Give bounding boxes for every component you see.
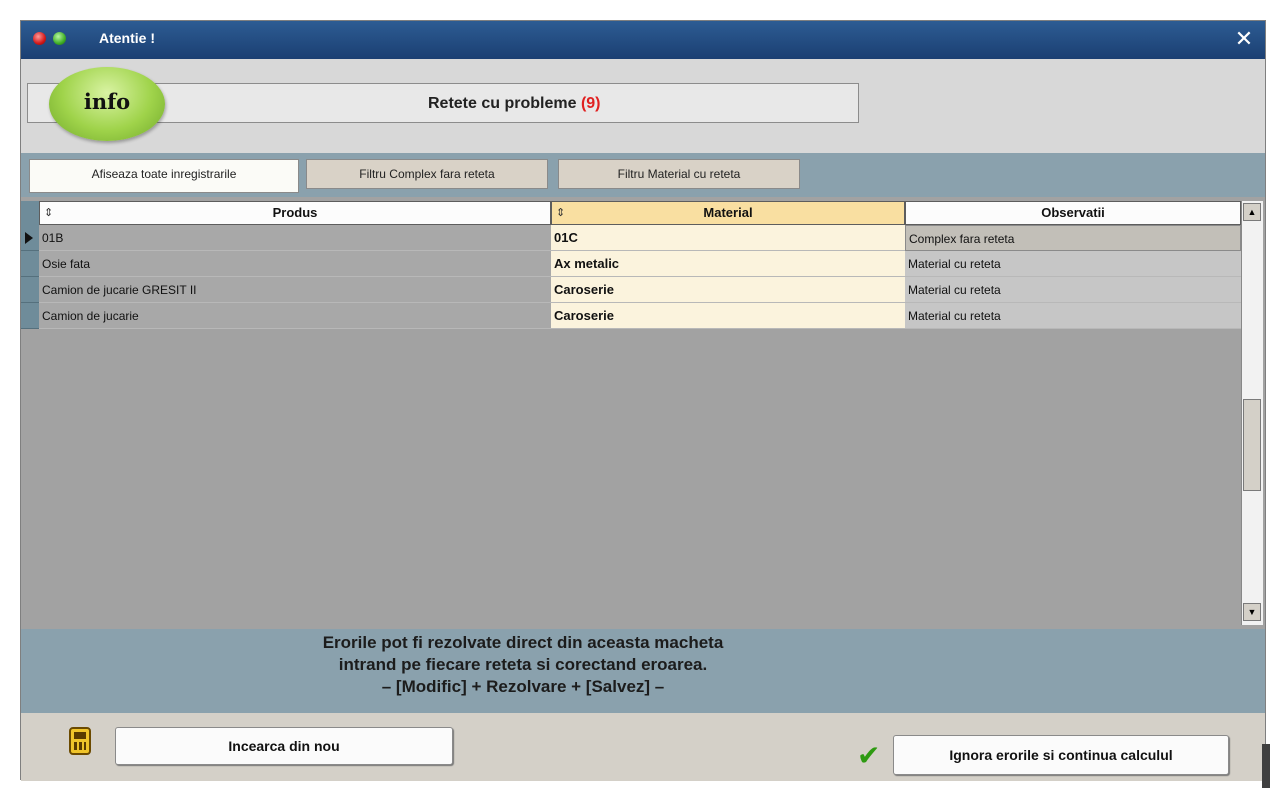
calculator-icon <box>69 727 91 755</box>
hint-line-2: intrand pe fiecare reteta si corectand e… <box>338 655 708 674</box>
window-title: Atentie ! <box>99 30 155 46</box>
scroll-down-icon[interactable]: ▼ <box>1243 603 1261 621</box>
info-message-text: Retete cu probleme <box>428 95 577 112</box>
cell-material[interactable]: Caroserie <box>551 277 905 303</box>
info-message: Retete cu probleme (9) <box>428 95 601 113</box>
current-row-arrow-icon <box>25 232 33 244</box>
column-header-produs[interactable]: ⇕ Produs <box>39 201 551 225</box>
recipes-table: ⇕ Produs ⇕ Material Observatii 01B 01C C… <box>21 197 1265 629</box>
hint-line-3: – [Modific] + Rezolvare + [Salvez] – <box>381 677 665 696</box>
scroll-up-icon[interactable]: ▲ <box>1243 203 1261 221</box>
sort-icon[interactable]: ⇕ <box>44 202 53 224</box>
cell-observatii[interactable]: Material cu reteta <box>905 277 1241 303</box>
cell-material[interactable]: 01C <box>551 225 905 251</box>
info-icon: info <box>49 67 165 141</box>
hint-line-1: Erorile pot fi rezolvate direct din acea… <box>322 633 724 652</box>
hint-panel: Erorile pot fi rezolvate direct din acea… <box>21 629 1265 713</box>
column-label-material: Material <box>703 205 753 220</box>
cell-produs[interactable]: Camion de jucarie GRESIT II <box>39 277 551 303</box>
info-badge-label: info <box>83 89 131 114</box>
cell-material[interactable]: Caroserie <box>551 303 905 329</box>
column-label-observatii: Observatii <box>1041 205 1105 220</box>
alert-window: Atentie ! ✕ Retete cu probleme (9) info … <box>20 20 1266 781</box>
tab-show-all[interactable]: Afiseaza toate inregistrarile <box>29 159 299 193</box>
scroll-thumb[interactable] <box>1243 399 1261 491</box>
column-label-produs: Produs <box>272 205 318 220</box>
red-dot-icon <box>33 32 46 45</box>
tab-filter-complex[interactable]: Filtru Complex fara reteta <box>306 159 548 189</box>
checkmark-icon: ✔ <box>857 739 881 772</box>
row-indicator-header <box>21 201 39 225</box>
sort-icon[interactable]: ⇕ <box>556 202 565 224</box>
cell-produs[interactable]: Osie fata <box>39 251 551 277</box>
window-edge <box>1262 744 1270 788</box>
cell-material[interactable]: Ax metalic <box>551 251 905 277</box>
ignore-errors-button[interactable]: Ignora erorile si continua calculul <box>893 735 1229 775</box>
problem-count: (9) <box>580 95 601 112</box>
row-indicator[interactable] <box>21 303 39 329</box>
footer: Incearca din nou ✔ Ignora erorile si con… <box>21 713 1265 781</box>
filter-tabs: Afiseaza toate inregistrarile Filtru Com… <box>21 153 1265 197</box>
cell-produs[interactable]: Camion de jucarie <box>39 303 551 329</box>
cell-produs[interactable]: 01B <box>39 225 551 251</box>
tab-filter-material[interactable]: Filtru Material cu reteta <box>558 159 800 189</box>
close-icon[interactable]: ✕ <box>1231 26 1257 52</box>
cell-observatii[interactable]: Material cu reteta <box>905 251 1241 277</box>
column-header-observatii[interactable]: Observatii <box>905 201 1241 225</box>
green-dot-icon <box>53 32 66 45</box>
row-indicator[interactable] <box>21 251 39 277</box>
row-indicator[interactable] <box>21 225 39 251</box>
info-panel: Retete cu probleme (9) info <box>21 59 1265 153</box>
row-indicator[interactable] <box>21 277 39 303</box>
title-bar[interactable]: Atentie ! ✕ <box>21 21 1265 59</box>
cell-observatii[interactable]: Complex fara reteta <box>905 225 1241 251</box>
retry-button[interactable]: Incearca din nou <box>115 727 453 765</box>
column-header-material[interactable]: ⇕ Material <box>551 201 905 225</box>
vertical-scrollbar[interactable]: ▲ ▼ <box>1241 201 1263 625</box>
cell-observatii[interactable]: Material cu reteta <box>905 303 1241 329</box>
